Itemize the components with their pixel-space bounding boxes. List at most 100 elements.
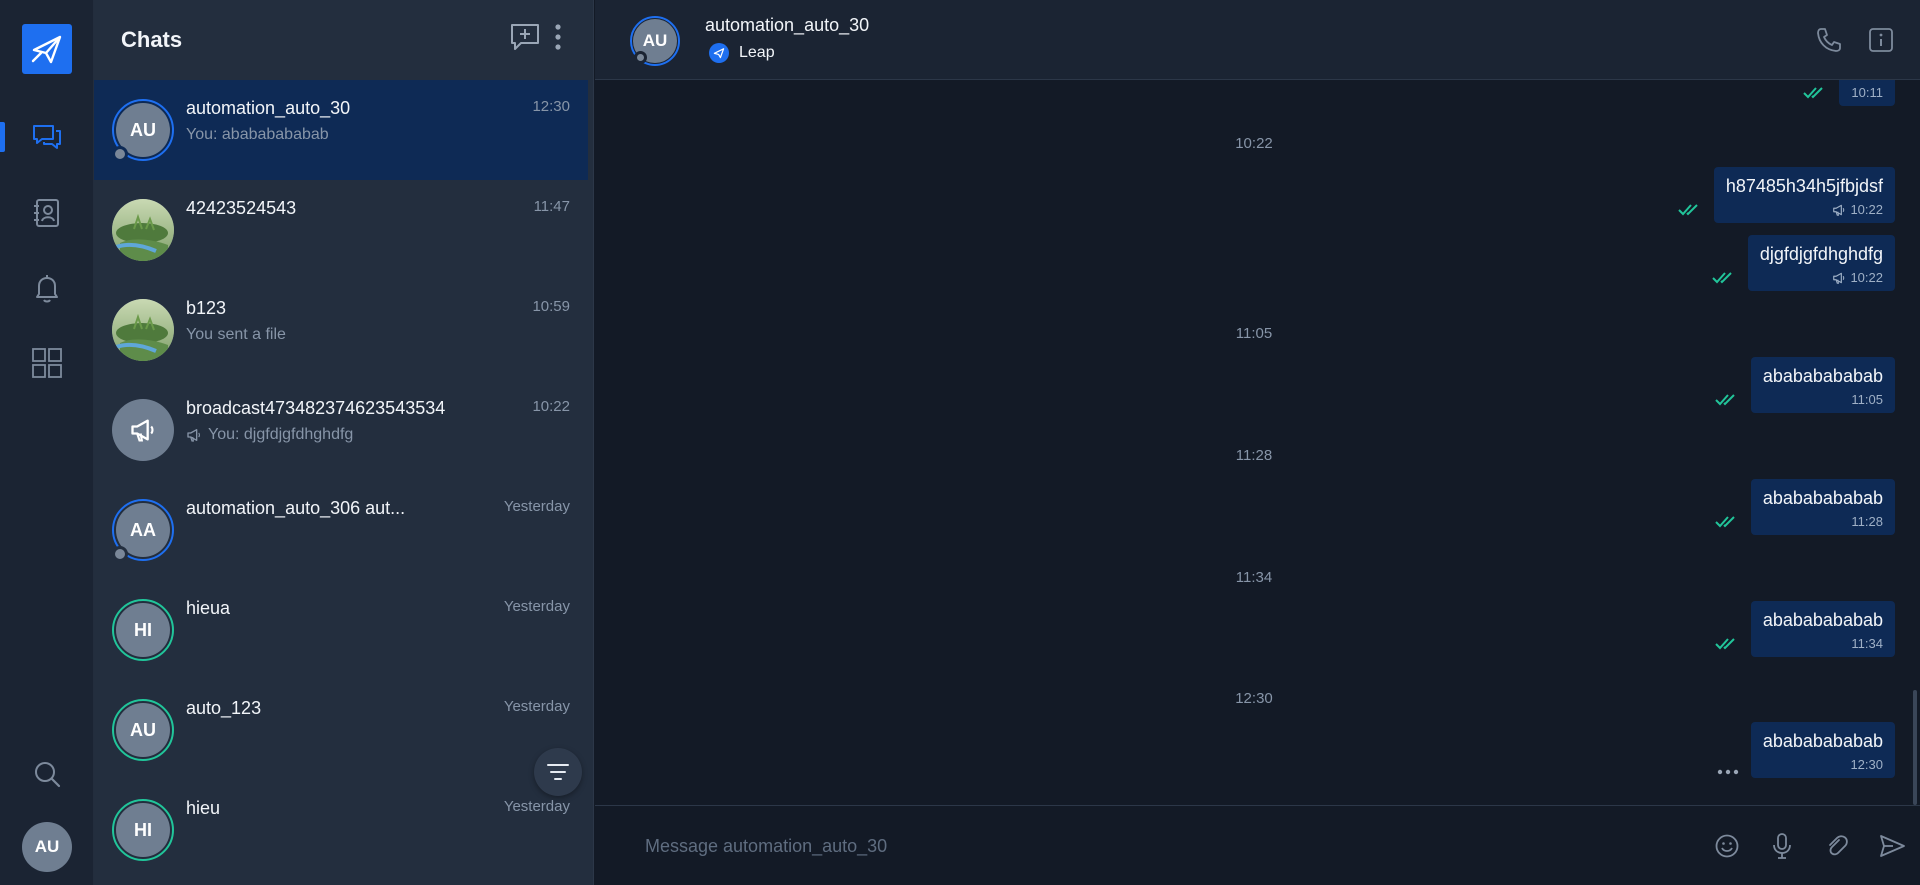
double-check-icon	[1715, 394, 1735, 406]
chat-list-title: Chats	[121, 27, 183, 52]
nav-chats[interactable]	[0, 112, 94, 162]
chat-list-item[interactable]: b123 10:59 You sent a file	[94, 280, 588, 380]
message-bubble[interactable]: abababababab 11:05	[1750, 357, 1895, 413]
info-button[interactable]	[1865, 24, 1897, 56]
workspace-logo-icon	[709, 43, 729, 63]
double-check-icon	[1715, 638, 1735, 650]
chat-name: auto_123	[186, 698, 262, 718]
nav-contacts[interactable]	[0, 188, 94, 238]
chat-avatar	[112, 199, 174, 261]
message-time: 10:22	[1850, 270, 1883, 285]
chat-preview: You: djgfdjgfdhghdfg	[186, 426, 353, 444]
message-meta: 11:05	[1763, 392, 1883, 407]
avatar-photo-icon	[112, 199, 174, 261]
phone-icon	[1817, 28, 1841, 52]
chat-preview-text: You: djgfdjgfdhghdfg	[208, 426, 354, 443]
double-check-icon	[1712, 272, 1732, 284]
message-meta: 10:11	[1851, 85, 1883, 100]
chat-name: hieua	[186, 598, 231, 618]
chat-preview: You sent a file	[186, 326, 286, 344]
read-status	[1678, 203, 1702, 222]
message-bubble[interactable]: h87485h34h5jfbjdsf 10:22	[1713, 167, 1895, 223]
date-divider: 12:30	[1235, 690, 1273, 707]
message-input[interactable]	[645, 826, 1665, 866]
send-button[interactable]	[1876, 830, 1908, 862]
chat-name: b123	[186, 298, 227, 318]
thread-scrollbar[interactable]	[1913, 690, 1917, 805]
double-check-icon	[1803, 87, 1823, 99]
nav-apps[interactable]	[0, 338, 94, 388]
chat-list-item[interactable]: AU automation_auto_30 12:30 You: ababababab…	[94, 80, 588, 180]
chat-avatar-content: HI	[116, 803, 170, 857]
pending-status	[1717, 762, 1739, 780]
chat-preview-text: You sent a file	[186, 326, 286, 343]
chat-avatar-content: AU	[116, 703, 170, 757]
chat-list-item[interactable]: AU auto_123 Yesterday	[94, 680, 588, 780]
chat-time: Yesterday	[503, 498, 570, 515]
app-logo[interactable]	[22, 24, 72, 74]
chat-time: Yesterday	[503, 698, 570, 715]
leap-logo-icon	[31, 35, 62, 64]
chat-avatar	[112, 299, 174, 361]
chat-list-item[interactable]: HI hieua Yesterday	[94, 580, 588, 680]
chat-avatar-content	[112, 299, 174, 361]
chat-preview-text: You: abababababab	[186, 126, 329, 143]
conversation-avatar[interactable]: AU	[630, 16, 680, 66]
message-bubble[interactable]: abababababab 11:28	[1750, 479, 1895, 535]
call-button[interactable]	[1813, 24, 1845, 56]
contacts-icon	[34, 199, 59, 227]
chat-avatar: HI	[112, 799, 174, 861]
message-text: h87485h34h5jfbjdsf	[1725, 176, 1883, 196]
message-bubble[interactable]: abababababab 12:30	[1750, 722, 1895, 778]
message-bubble[interactable]: abababababab 11:34	[1750, 601, 1895, 657]
sort-filter-button[interactable]	[534, 748, 582, 796]
chat-list-item[interactable]: 42423524543 11:47	[94, 180, 588, 280]
broadcast-icon	[1833, 204, 1845, 216]
message-bubble[interactable]: djgfdjgfdhghdfg 10:22	[1747, 235, 1895, 291]
message-time: 10:11	[1851, 85, 1883, 100]
emoji-button[interactable]	[1711, 830, 1743, 862]
send-icon	[1880, 835, 1905, 857]
chat-list-item[interactable]: AA automation_auto_306 aut... Yesterday	[94, 480, 588, 580]
microphone-icon	[1773, 833, 1791, 859]
attach-button[interactable]	[1821, 830, 1853, 862]
chat-name: 42423524543	[186, 198, 297, 218]
emoji-icon	[1715, 834, 1739, 858]
bell-icon	[36, 275, 58, 303]
chat-list-item[interactable]: HI hieu Yesterday	[94, 780, 588, 880]
user-avatar[interactable]: AU	[22, 822, 72, 872]
chat-list-item[interactable]: broadcast473482374623543534 10:22 You: djg…	[94, 380, 588, 480]
date-divider: 11:28	[1235, 447, 1273, 464]
new-chat-button[interactable]	[508, 20, 542, 54]
conversation-header: AU automation_auto_30 Leap	[595, 0, 1920, 80]
more-vertical-icon	[555, 24, 561, 50]
message-time: 10:22	[1850, 202, 1883, 217]
message-bubble[interactable]: 10:11	[1839, 80, 1895, 106]
chat-time: 10:22	[532, 398, 570, 415]
message-time: 12:30	[1850, 757, 1883, 772]
message-meta: 11:28	[1763, 514, 1883, 529]
date-divider: 11:34	[1235, 569, 1273, 586]
conversation-title[interactable]: automation_auto_30	[705, 15, 869, 36]
message-meta: 10:22	[1760, 270, 1883, 285]
chat-time: 12:30	[532, 98, 570, 115]
voice-message-button[interactable]	[1766, 830, 1798, 862]
chat-list-more-button[interactable]	[541, 20, 575, 54]
chat-list-panel: Chats AU automation_auto_30 12:30 You: abab…	[94, 0, 594, 885]
broadcast-icon	[187, 429, 201, 442]
nav-notifications[interactable]	[0, 263, 94, 313]
chat-time: Yesterday	[503, 798, 570, 815]
double-check-icon	[1678, 204, 1698, 216]
presence-indicator	[112, 146, 128, 162]
read-status	[1712, 271, 1736, 290]
read-status	[1715, 515, 1739, 534]
chat-time: 11:47	[533, 198, 570, 215]
chat-time: Yesterday	[503, 598, 570, 615]
message-thread[interactable]: 10:22 11:05 11:28 11:34 12:30 10:11 h87485h34h…	[595, 80, 1920, 805]
nav-search[interactable]	[0, 749, 94, 799]
info-icon	[1869, 28, 1893, 52]
chat-list-header: Chats	[94, 0, 593, 80]
message-composer	[595, 805, 1920, 885]
read-status	[1715, 637, 1739, 656]
presence-indicator	[112, 546, 128, 562]
